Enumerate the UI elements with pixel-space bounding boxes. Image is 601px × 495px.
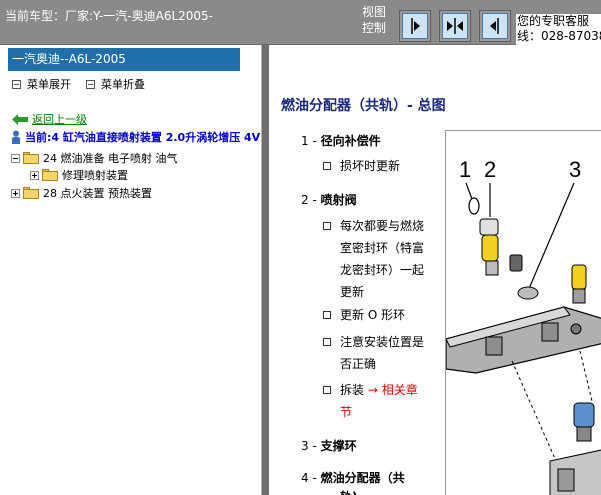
sub-line: 更新 <box>340 285 365 299</box>
list-item-4: 4 - 燃油分配器（共 <box>301 469 405 486</box>
folder-icon <box>23 187 39 199</box>
item-title: 喷射阀 <box>320 193 357 207</box>
folder-icon <box>42 169 58 181</box>
related-chapter-link[interactable]: → 相关章 <box>368 383 418 397</box>
tree-item-label: 24 燃油准备 电子喷射 油气 <box>43 152 178 165</box>
back-link[interactable]: 返回上一级 <box>12 111 87 127</box>
sub-line: 龙密封环）一起 <box>340 263 425 277</box>
item-title: 支撑环 <box>320 439 357 453</box>
arrow-left-icon <box>490 18 499 34</box>
expand-left-button[interactable] <box>479 10 511 42</box>
sub-line: 室密封环（特富 <box>340 241 425 255</box>
contact-line2: 线：028-87038 <box>517 29 601 43</box>
collapse-all-label: 菜单折叠 <box>101 78 145 91</box>
tree-item-label: 修理喷射装置 <box>62 169 128 182</box>
tree-item-label: 28 点火装置 预热装置 <box>43 187 152 200</box>
split-arrows-icon <box>447 18 463 34</box>
current-car-label: 当前车型：厂家:Y-一汽-奥迪A6L2005- <box>5 9 214 23</box>
item-title: 径向补偿件 <box>320 134 381 148</box>
sub-line: 每次都要与燃烧 <box>340 219 425 233</box>
list-item-2: 2 - 喷射阀 <box>301 191 357 208</box>
related-chapter-link-tail[interactable]: 节 <box>340 401 418 423</box>
item-4-continued: 轨) <box>340 488 358 495</box>
bullet-icon <box>323 311 331 319</box>
split-view-button[interactable] <box>439 10 471 42</box>
list-item-1: 1 - 径向补偿件 <box>301 132 381 149</box>
back-link-label: 返回上一级 <box>32 113 87 126</box>
tree-item-28[interactable]: 28 点火装置 预热装置 <box>11 185 152 201</box>
view-control-label: 视图控制 <box>362 4 390 36</box>
figure-label-3: 3 <box>569 157 582 182</box>
item-number: 4 - <box>301 471 317 485</box>
bullet-icon <box>323 162 331 170</box>
collapse-toggle-icon[interactable] <box>11 153 20 163</box>
item-number: 3 - <box>301 439 317 453</box>
folder-open-icon <box>23 152 39 164</box>
top-header-bar: 当前车型：厂家:Y-一汽-奥迪A6L2005- 视图控制 您的专职客服 线：02… <box>0 0 601 46</box>
sub-item: 拆装 → 相关章 节 <box>340 379 418 423</box>
collapse-all-icon <box>86 79 95 89</box>
page-title: 燃油分配器（共轨）- 总图 <box>281 98 446 114</box>
sub-line: 注意安装位置是 <box>340 335 425 349</box>
sub-item: 损坏时更新 <box>340 159 401 173</box>
expand-all-icon <box>12 79 21 89</box>
bullet-icon <box>323 222 331 230</box>
bullet-icon <box>323 338 331 346</box>
expand-all-label: 菜单展开 <box>27 78 71 91</box>
fuel-rail-drawing <box>446 182 601 495</box>
tree-item-repair-injection[interactable]: 修理喷射装置 <box>30 167 128 183</box>
navigation-panel: 一汽奥迪--A6L-2005 菜单展开 菜单折叠 返回上一级 当前:4 缸汽油直… <box>0 45 262 495</box>
item-title-tail: 轨) <box>340 490 358 495</box>
model-title: 一汽奥迪--A6L-2005 <box>8 48 240 71</box>
list-item-3: 3 - 支撑环 <box>301 437 357 454</box>
sub-line: 否正确 <box>340 357 377 371</box>
expand-toggle-icon[interactable] <box>11 188 20 198</box>
fuel-rail-diagram: 1 2 3 <box>445 130 601 495</box>
current-location-label: 当前:4 缸汽油直接喷射装置 2.0升涡轮增压 4V <box>25 131 261 144</box>
figure-label-2: 2 <box>484 157 497 182</box>
panel-splitter[interactable] <box>262 45 269 495</box>
item-number: 2 - <box>301 193 317 207</box>
sub-item: 注意安装位置是 否正确 <box>340 331 424 375</box>
arrow-right-icon <box>411 18 420 34</box>
sub-item: 更新 O 形环 <box>340 308 406 322</box>
person-icon <box>12 130 20 144</box>
current-location: 当前:4 缸汽油直接喷射装置 2.0升涡轮增压 4V <box>11 129 260 145</box>
contact-line1: 您的专职客服 <box>517 14 590 28</box>
tree-item-24[interactable]: 24 燃油准备 电子喷射 油气 <box>11 150 178 166</box>
bullet-icon <box>323 386 331 394</box>
customer-service-box: 您的专职客服 线：028-87038 <box>516 14 601 46</box>
item-title: 燃油分配器（共 <box>320 471 405 485</box>
expand-toggle-icon[interactable] <box>30 170 39 180</box>
view-control-text: 视图控制 <box>362 5 387 35</box>
item-number: 1 - <box>301 134 317 148</box>
collapse-all-button[interactable]: 菜单折叠 <box>86 76 145 92</box>
expand-right-button[interactable] <box>399 10 431 42</box>
sub-item: 每次都要与燃烧 室密封环（特富 龙密封环）一起 更新 <box>340 215 424 303</box>
expand-all-button[interactable]: 菜单展开 <box>12 76 71 92</box>
figure-label-1: 1 <box>459 157 472 182</box>
back-arrow-icon <box>12 113 28 125</box>
content-panel: 燃油分配器（共轨）- 总图 1 - 径向补偿件 损坏时更新 2 - 喷射阀 每次… <box>269 45 601 495</box>
sub-text: 拆装 <box>340 383 365 397</box>
